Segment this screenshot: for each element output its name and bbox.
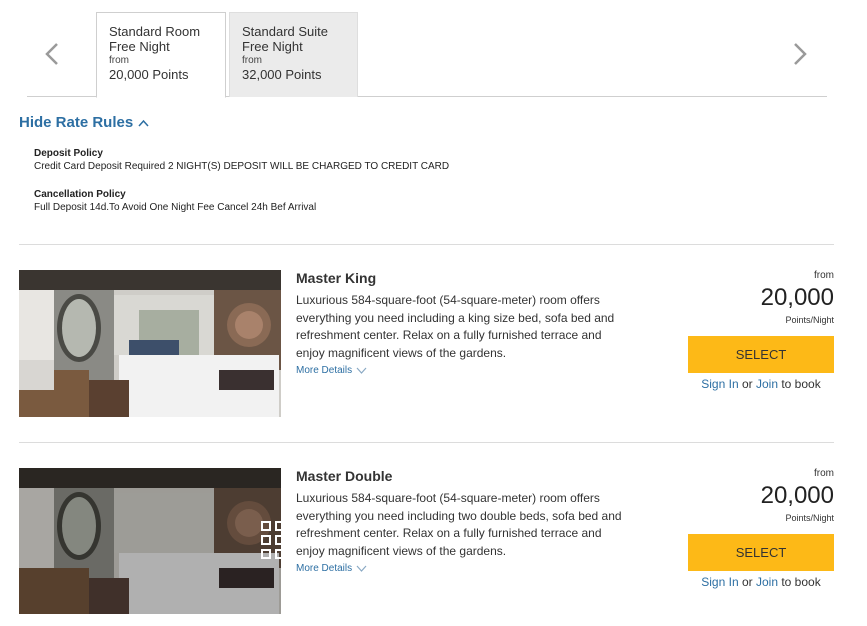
hide-rate-rules-label: Hide Rate Rules <box>19 114 134 131</box>
to-book-text: to book <box>781 575 821 589</box>
or-text: or <box>741 575 753 589</box>
hide-rate-rules-toggle[interactable]: Hide Rate Rules <box>19 114 149 131</box>
room-photo[interactable] <box>19 270 281 417</box>
sign-in-link[interactable]: Sign In <box>701 575 738 589</box>
more-details-link[interactable]: More Details <box>296 365 367 376</box>
room-photo[interactable] <box>19 468 281 614</box>
tab-line1: Standard Suite <box>242 24 329 39</box>
divider <box>19 244 834 245</box>
room-title: Master King <box>296 270 377 286</box>
tab-points: 20,000 Points <box>109 67 189 82</box>
deposit-policy-title: Deposit Policy <box>34 148 103 159</box>
room-description: Luxurious 584-square-foot (54-square-met… <box>296 293 615 360</box>
price-value: 20,000 <box>760 284 834 311</box>
more-details-link[interactable]: More Details <box>296 563 367 574</box>
or-text: or <box>741 377 753 391</box>
chevron-up-icon <box>138 119 149 127</box>
price-value: 20,000 <box>760 482 834 509</box>
join-link[interactable]: Join <box>756 377 778 391</box>
tab-standard-suite[interactable]: Standard Suite Free Night from 32,000 Po… <box>229 12 358 97</box>
tab-points: 32,000 Points <box>242 67 322 82</box>
book-line: Sign In or Join to book <box>688 575 834 589</box>
deposit-policy: Deposit Policy Credit Card Deposit Requi… <box>34 147 449 173</box>
chevron-left-icon[interactable] <box>33 34 73 74</box>
more-details-label: More Details <box>296 563 353 574</box>
tab-line1: Standard Room <box>109 24 201 39</box>
price-unit: Points/Night <box>785 315 834 325</box>
tab-line2: Free Night <box>242 39 303 54</box>
rate-tabs-bar: Standard Room Free Night from 20,000 Poi… <box>27 12 827 98</box>
divider <box>19 442 834 443</box>
select-button[interactable]: SELECT <box>688 534 834 571</box>
to-book-text: to book <box>781 377 821 391</box>
chevron-down-icon <box>356 565 367 572</box>
tab-standard-room[interactable]: Standard Room Free Night from 20,000 Poi… <box>96 12 226 98</box>
book-line: Sign In or Join to book <box>688 377 834 391</box>
price-from-label: from <box>814 270 834 281</box>
more-details-label: More Details <box>296 365 353 376</box>
chevron-down-icon <box>356 367 367 374</box>
gallery-icon[interactable] <box>149 520 281 560</box>
room-description: Luxurious 584-square-foot (54-square-met… <box>296 491 622 558</box>
cancellation-policy-text: Full Deposit 14d.To Avoid One Night Fee … <box>34 202 317 213</box>
tab-line2: Free Night <box>109 39 170 54</box>
select-button[interactable]: SELECT <box>688 336 834 373</box>
tab-from: from <box>109 55 129 66</box>
room-title: Master Double <box>296 468 393 484</box>
price-from-label: from <box>814 468 834 479</box>
deposit-policy-text: Credit Card Deposit Required 2 NIGHT(S) … <box>34 161 450 172</box>
cancellation-policy: Cancellation Policy Full Deposit 14d.To … <box>34 188 316 214</box>
join-link[interactable]: Join <box>756 575 778 589</box>
chevron-right-icon[interactable] <box>779 34 819 74</box>
sign-in-link[interactable]: Sign In <box>701 377 738 391</box>
tab-from: from <box>242 55 262 66</box>
price-unit: Points/Night <box>785 513 834 523</box>
cancellation-policy-title: Cancellation Policy <box>34 189 126 200</box>
